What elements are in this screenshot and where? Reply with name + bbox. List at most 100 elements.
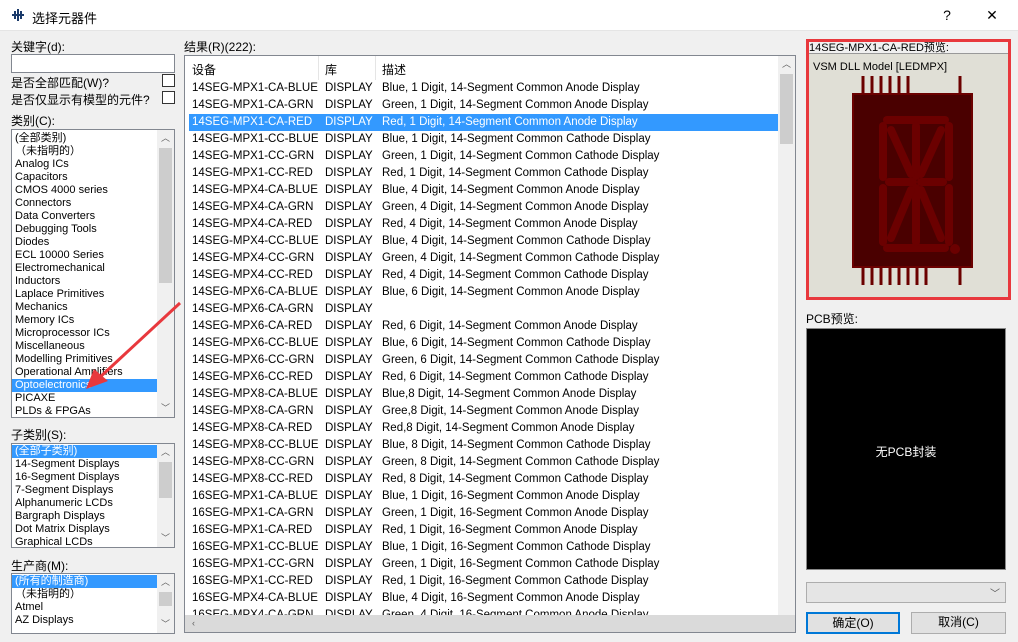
column-header-description[interactable]: 描述 xyxy=(382,61,406,78)
category-item[interactable]: PLDs & FPGAs xyxy=(12,405,157,417)
scroll-down-icon[interactable]: ﹀ xyxy=(157,400,174,417)
scroll-up-icon[interactable]: ︿ xyxy=(157,574,174,591)
table-row[interactable]: 14SEG-MPX4-CA-RED DISPLAY Red, 4 Digit, 14… xyxy=(189,216,779,233)
table-row[interactable]: 14SEG-MPX1-CC-BLUE DISPLAY Blue, 1 Digit, … xyxy=(189,131,779,148)
scroll-down-icon[interactable]: ﹀ xyxy=(157,616,174,633)
keyword-input[interactable] xyxy=(11,54,175,73)
subcategory-item[interactable]: Graphical LCDs xyxy=(12,536,157,547)
table-row[interactable]: 14SEG-MPX8-CA-GRN DISPLAY Gree,8 Digit, 14… xyxy=(189,403,779,420)
table-row[interactable]: 14SEG-MPX1-CA-GRN DISPLAY Green, 1 Digit, … xyxy=(189,97,779,114)
table-row[interactable]: 16SEG-MPX4-CA-GRN DISPLAY Green, 4 Digit, … xyxy=(189,607,779,615)
category-item[interactable]: Electromechanical xyxy=(12,262,157,275)
scroll-up-icon[interactable]: ︿ xyxy=(157,130,174,147)
description-cell: Blue, 6 Digit, 14-Segment Common Anode D… xyxy=(382,286,640,298)
category-item[interactable]: ECL 10000 Series xyxy=(12,249,157,262)
table-row[interactable]: 14SEG-MPX1-CC-GRN DISPLAY Green, 1 Digit, … xyxy=(189,148,779,165)
table-row[interactable]: 16SEG-MPX1-CA-RED DISPLAY Red, 1 Digit, 16… xyxy=(189,522,779,539)
manufacturer-item[interactable]: Atmel xyxy=(12,601,157,614)
table-row[interactable]: 16SEG-MPX1-CC-BLUE DISPLAY Blue, 1 Digit, … xyxy=(189,539,779,556)
manufacturer-item[interactable]: (所有的制造商) xyxy=(12,575,157,588)
table-row[interactable]: 14SEG-MPX4-CC-GRN DISPLAY Green, 4 Digit, … xyxy=(189,250,779,267)
table-row[interactable]: 14SEG-MPX4-CC-BLUE DISPLAY Blue, 4 Digit, … xyxy=(189,233,779,250)
scroll-left-icon[interactable]: ‹ xyxy=(185,615,202,632)
manufacturer-item[interactable]: （未指明的） xyxy=(12,588,157,601)
subcategory-item[interactable]: 7-Segment Displays xyxy=(12,484,157,497)
category-item[interactable]: Data Converters xyxy=(12,210,157,223)
description-cell: Gree,8 Digit, 14-Segment Common Anode Di… xyxy=(382,405,639,417)
table-row[interactable]: 14SEG-MPX4-CA-BLUE DISPLAY Blue, 4 Digit, … xyxy=(189,182,779,199)
subcategory-list[interactable]: (全部子类别) 14-Segment Displays 16-Segment Dis… xyxy=(11,443,175,548)
scroll-down-icon[interactable]: ﹀ xyxy=(157,530,174,547)
manufacturer-list[interactable]: (所有的制造商) （未指明的） Atmel AZ Displays ︿ ﹀ xyxy=(11,573,175,634)
subcategory-item[interactable]: 16-Segment Displays xyxy=(12,471,157,484)
library-cell: DISPLAY xyxy=(325,99,373,111)
description-cell: Green, 4 Digit, 16-Segment Common Anode … xyxy=(382,609,649,615)
model-only-checkbox[interactable] xyxy=(162,91,175,104)
table-row[interactable]: 14SEG-MPX8-CC-BLUE DISPLAY Blue, 8 Digit, … xyxy=(189,437,779,454)
manufacturer-item[interactable]: AZ Displays xyxy=(12,614,157,627)
device-cell: 14SEG-MPX4-CA-RED xyxy=(192,218,313,230)
library-cell: DISPLAY xyxy=(325,490,373,502)
description-cell: Blue, 6 Digit, 14-Segment Common Cathode… xyxy=(382,337,651,349)
device-cell: 14SEG-MPX1-CC-BLUE xyxy=(192,133,319,145)
table-row[interactable]: 14SEG-MPX6-CC-RED DISPLAY Red, 6 Digit, 14… xyxy=(189,369,779,386)
footprint-dropdown[interactable]: ﹀ xyxy=(806,582,1006,603)
subcategory-label: 子类别(S): xyxy=(11,428,67,442)
category-item[interactable]: (全部类别) xyxy=(12,132,157,145)
category-item[interactable]: Connectors xyxy=(12,197,157,210)
table-row[interactable]: 16SEG-MPX1-CC-RED DISPLAY Red, 1 Digit, 16… xyxy=(189,573,779,590)
category-item[interactable]: Debugging Tools xyxy=(12,223,157,236)
help-button[interactable]: ? xyxy=(927,4,967,26)
table-row[interactable]: 16SEG-MPX1-CA-GRN DISPLAY Green, 1 Digit, … xyxy=(189,505,779,522)
table-row[interactable]: 14SEG-MPX1-CC-RED DISPLAY Red, 1 Digit, 14… xyxy=(189,165,779,182)
cancel-button[interactable]: 取消(C) xyxy=(911,612,1006,634)
table-row[interactable]: 14SEG-MPX1-CA-RED DISPLAY Red, 1 Digit, 14… xyxy=(189,114,779,131)
scroll-up-icon[interactable]: ︿ xyxy=(778,56,795,73)
category-item[interactable]: （未指明的） xyxy=(12,145,157,158)
category-item[interactable]: Analog ICs xyxy=(12,158,157,171)
column-header-library[interactable]: 库 xyxy=(325,61,337,78)
ok-button[interactable]: 确定(O) xyxy=(806,612,900,634)
close-button[interactable]: ✕ xyxy=(972,4,1012,26)
category-item[interactable]: Inductors xyxy=(12,275,157,288)
device-cell: 14SEG-MPX8-CC-BLUE xyxy=(192,439,319,451)
table-row[interactable]: 16SEG-MPX1-CA-BLUE DISPLAY Blue, 1 Digit, … xyxy=(189,488,779,505)
device-cell: 14SEG-MPX8-CA-BLUE xyxy=(192,388,318,400)
subcategory-item[interactable]: (全部子类别) xyxy=(12,445,157,458)
table-row[interactable]: 14SEG-MPX6-CA-RED DISPLAY Red, 6 Digit, 14… xyxy=(189,318,779,335)
match-all-checkbox[interactable] xyxy=(162,74,175,87)
model-only-label: 是否仅显示有模型的元件? xyxy=(11,93,150,107)
table-row[interactable]: 16SEG-MPX1-CC-GRN DISPLAY Green, 1 Digit, … xyxy=(189,556,779,573)
library-cell: DISPLAY xyxy=(325,405,373,417)
device-cell: 14SEG-MPX4-CC-BLUE xyxy=(192,235,319,247)
subcategory-item[interactable]: Dot Matrix Displays xyxy=(12,523,157,536)
table-row[interactable]: 14SEG-MPX4-CA-GRN DISPLAY Green, 4 Digit, … xyxy=(189,199,779,216)
table-row[interactable]: 14SEG-MPX6-CC-GRN DISPLAY Green, 6 Digit, … xyxy=(189,352,779,369)
table-row[interactable]: 14SEG-MPX8-CC-GRN DISPLAY Green, 8 Digit, … xyxy=(189,454,779,471)
scroll-up-icon[interactable]: ︿ xyxy=(157,444,174,461)
results-horizontal-scrollbar[interactable]: ‹ xyxy=(185,615,795,632)
subcategory-item[interactable]: Alphanumeric LCDs xyxy=(12,497,157,510)
table-row[interactable]: 14SEG-MPX6-CA-GRN DISPLAY xyxy=(189,301,779,318)
table-row[interactable]: 14SEG-MPX8-CA-BLUE DISPLAY Blue,8 Digit, 1… xyxy=(189,386,779,403)
category-item[interactable]: Diodes xyxy=(12,236,157,249)
table-row[interactable]: 14SEG-MPX8-CC-RED DISPLAY Red, 8 Digit, 14… xyxy=(189,471,779,488)
device-cell: 16SEG-MPX1-CC-GRN xyxy=(192,558,315,570)
table-row[interactable]: 14SEG-MPX8-CA-RED DISPLAY Red,8 Digit, 14-… xyxy=(189,420,779,437)
subcategory-item[interactable]: 14-Segment Displays xyxy=(12,458,157,471)
chevron-down-icon: ﹀ xyxy=(990,589,1000,600)
category-item[interactable]: Capacitors xyxy=(12,171,157,184)
table-row[interactable]: 14SEG-MPX6-CC-BLUE DISPLAY Blue, 6 Digit, … xyxy=(189,335,779,352)
manufacturer-scrollbar[interactable]: ︿ ﹀ xyxy=(157,574,174,633)
category-item[interactable]: CMOS 4000 series xyxy=(12,184,157,197)
table-row[interactable]: 16SEG-MPX4-CA-BLUE DISPLAY Blue, 4 Digit, … xyxy=(189,590,779,607)
table-row[interactable]: 14SEG-MPX1-CA-BLUE DISPLAY Blue, 1 Digit, … xyxy=(189,80,779,97)
subcategory-scrollbar[interactable]: ︿ ﹀ xyxy=(157,444,174,547)
column-header-device[interactable]: 设备 xyxy=(192,61,216,78)
results-vertical-scrollbar[interactable]: ︿ xyxy=(778,56,795,615)
table-row[interactable]: 14SEG-MPX6-CA-BLUE DISPLAY Blue, 6 Digit, … xyxy=(189,284,779,301)
table-row[interactable]: 14SEG-MPX4-CC-RED DISPLAY Red, 4 Digit, 14… xyxy=(189,267,779,284)
subcategory-item[interactable]: Bargraph Displays xyxy=(12,510,157,523)
results-table[interactable]: 设备 库 描述 14SEG-MPX1-CA-BLUE DISPLAY Blue, 1… xyxy=(184,55,796,633)
device-cell: 14SEG-MPX8-CC-RED xyxy=(192,473,313,485)
